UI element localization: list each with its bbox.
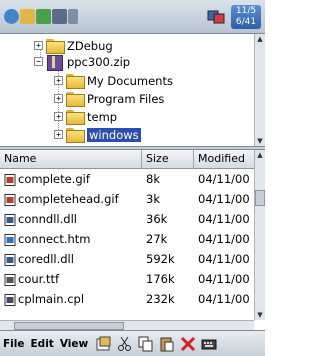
clock-badge[interactable]: 11/5 6/41	[231, 5, 261, 29]
expand-icon[interactable]: +	[34, 41, 43, 50]
table-row[interactable]: complete.gif 8k 04/11/00	[0, 171, 254, 188]
tree-item-zdebug[interactable]: + ZDebug	[34, 37, 113, 54]
folder-shortcut-icon[interactable]	[20, 9, 35, 24]
folder-icon	[66, 92, 85, 107]
expand-icon[interactable]: +	[54, 76, 63, 85]
menu-view[interactable]: View	[57, 338, 91, 350]
properties-icon[interactable]	[96, 336, 112, 352]
htm-file-icon	[4, 234, 16, 246]
start-icon[interactable]	[4, 9, 19, 24]
file-size: 8k	[146, 172, 160, 186]
file-modified: 04/11/00	[198, 172, 250, 186]
scroll-down-icon[interactable]: ▼	[255, 136, 265, 146]
folder-icon	[66, 128, 85, 143]
table-row[interactable]: cplmain.cpl 232k 04/11/00	[0, 291, 254, 308]
tree-item-label: ppc300.zip	[67, 54, 131, 69]
tree-item-program-files[interactable]: + Program Files	[54, 90, 164, 107]
dll-file-icon	[4, 254, 16, 266]
column-header-size[interactable]: Size	[142, 150, 194, 169]
file-modified: 04/11/00	[198, 272, 250, 286]
network-icon[interactable]	[207, 9, 225, 24]
folder-icon	[46, 39, 65, 54]
scroll-down-icon[interactable]: ▼	[255, 310, 265, 320]
list-scrollbar[interactable]: ▲ ▼	[254, 150, 265, 320]
expand-icon[interactable]: +	[54, 94, 63, 103]
list-header: Name Size Modified	[0, 150, 254, 169]
menu-edit[interactable]: Edit	[28, 338, 57, 350]
file-modified: 04/11/00	[198, 292, 250, 306]
tree-item-label-selected: windows	[87, 127, 141, 142]
cut-icon[interactable]	[117, 336, 133, 352]
tree-item-ppc300zip[interactable]: − ppc300.zip	[34, 53, 131, 71]
font-file-icon	[4, 274, 16, 286]
tree-item-windows[interactable]: + windows	[54, 126, 141, 143]
cpl-file-icon	[4, 294, 16, 306]
tree-item-label: temp	[87, 109, 118, 124]
collapse-icon[interactable]: −	[34, 57, 43, 66]
tree-item-label: ZDebug	[67, 38, 113, 53]
table-row[interactable]: conndll.dll 36k 04/11/00	[0, 211, 254, 228]
scroll-thumb[interactable]	[14, 322, 124, 330]
file-size: 3k	[146, 192, 160, 206]
file-size: 592k	[146, 252, 175, 266]
taskbar: 11/5 6/41	[0, 0, 265, 34]
folder-icon	[66, 110, 85, 125]
tree-item-label: Program Files	[87, 91, 165, 106]
file-name: completehead.gif	[18, 192, 119, 206]
file-size: 176k	[146, 272, 175, 286]
scroll-up-icon[interactable]: ▲	[255, 150, 265, 160]
copy-icon[interactable]	[138, 336, 154, 352]
file-name: complete.gif	[18, 172, 90, 186]
folder-tree: + ZDebug − ppc300.zip + My Documents + P…	[0, 34, 265, 146]
gif-file-icon	[4, 174, 16, 186]
tree-item-label: My Documents	[87, 73, 173, 88]
dll-file-icon	[4, 214, 16, 226]
file-name: conndll.dll	[18, 212, 77, 226]
file-size: 27k	[146, 232, 168, 246]
scroll-thumb[interactable]	[255, 190, 265, 206]
horizontal-scrollbar[interactable]	[0, 320, 254, 330]
expand-icon[interactable]: +	[54, 130, 63, 139]
menu-bar: File Edit View	[0, 330, 265, 356]
menu-file[interactable]: File	[0, 338, 28, 350]
gif-file-icon	[4, 194, 16, 206]
tree-item-temp[interactable]: + temp	[54, 108, 117, 125]
app-shortcut-icon[interactable]	[36, 9, 51, 24]
table-row[interactable]: completehead.gif 3k 04/11/00	[0, 191, 254, 208]
expand-icon[interactable]: +	[54, 112, 63, 121]
file-modified: 04/11/00	[198, 192, 250, 206]
file-size: 36k	[146, 212, 168, 226]
column-header-name[interactable]: Name	[0, 150, 142, 169]
keyboard-icon[interactable]	[201, 336, 217, 352]
small-shortcut-icon[interactable]	[68, 9, 78, 24]
time-text: 6/41	[235, 17, 257, 27]
file-name: connect.htm	[18, 232, 91, 246]
file-name: cour.ttf	[18, 272, 60, 286]
paste-icon[interactable]	[159, 336, 175, 352]
folder-icon	[66, 74, 85, 89]
file-modified: 04/11/00	[198, 212, 250, 226]
tree-item-my-documents[interactable]: + My Documents	[54, 72, 173, 89]
file-modified: 04/11/00	[198, 232, 250, 246]
file-name: coredll.dll	[18, 252, 74, 266]
zip-archive-icon	[46, 54, 63, 71]
file-name: cplmain.cpl	[18, 292, 85, 306]
file-modified: 04/11/00	[198, 252, 250, 266]
scroll-up-icon[interactable]: ▲	[255, 34, 265, 44]
table-row[interactable]: cour.ttf 176k 04/11/00	[0, 271, 254, 288]
tree-scrollbar[interactable]: ▲ ▼	[254, 34, 265, 146]
delete-icon[interactable]	[180, 336, 196, 352]
table-row[interactable]: connect.htm 27k 04/11/00	[0, 231, 254, 248]
window-shortcut-icon[interactable]	[52, 9, 67, 24]
column-header-modified[interactable]: Modified	[194, 150, 254, 169]
table-row[interactable]: coredll.dll 592k 04/11/00	[0, 251, 254, 268]
date-text: 11/5	[235, 6, 257, 16]
file-size: 232k	[146, 292, 175, 306]
